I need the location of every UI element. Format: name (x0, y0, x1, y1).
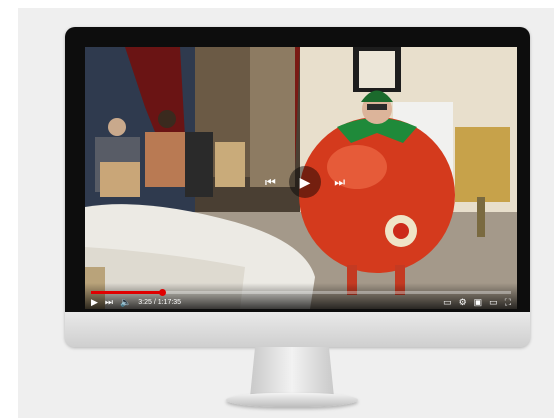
volume-icon[interactable]: 🔈 (120, 296, 131, 308)
play-icon[interactable]: ▶ (91, 296, 98, 308)
monitor-stand-base (226, 393, 358, 407)
theater-mode-icon[interactable]: ▭ (489, 296, 498, 308)
skip-next-icon[interactable]: ⏭ (334, 176, 345, 188)
miniplayer-icon[interactable]: ▣ (474, 296, 483, 308)
progress-bar[interactable] (91, 289, 511, 296)
play-icon[interactable]: ▶ (289, 166, 321, 198)
fullscreen-icon[interactable]: ⛶ (505, 296, 511, 308)
skip-previous-icon[interactable]: ⏮ (265, 176, 276, 188)
control-row: ▶ ⏭ 🔈 3:25 / 1:17:35 ▭ ⚙ ▣ ▭ ⛶ (91, 296, 511, 308)
monitor: ⏮ ▶ ⏭ ▶ ⏭ 🔈 3:25 / 1:17:35 ▭ ⚙ ▣ ▭ ⛶ (65, 27, 530, 347)
skip-next-icon[interactable]: ⏭ (105, 296, 113, 308)
settings-icon[interactable]: ⚙ (459, 296, 467, 308)
playback-overlay: ⏮ ▶ ⏭ (265, 165, 345, 199)
player-controls: ▶ ⏭ 🔈 3:25 / 1:17:35 ▭ ⚙ ▣ ▭ ⛶ (85, 283, 517, 309)
video-player[interactable]: ⏮ ▶ ⏭ ▶ ⏭ 🔈 3:25 / 1:17:35 ▭ ⚙ ▣ ▭ ⛶ (85, 47, 517, 309)
time-display: 3:25 / 1:17:35 (138, 298, 182, 306)
monitor-stand-neck (250, 347, 334, 397)
monitor-chin (65, 312, 530, 347)
progress-scrubber[interactable] (159, 289, 167, 296)
subtitles-icon[interactable]: ▭ (443, 296, 452, 308)
monitor-bezel: ⏮ ▶ ⏭ ▶ ⏭ 🔈 3:25 / 1:17:35 ▭ ⚙ ▣ ▭ ⛶ (65, 27, 530, 312)
progress-played (91, 291, 163, 294)
